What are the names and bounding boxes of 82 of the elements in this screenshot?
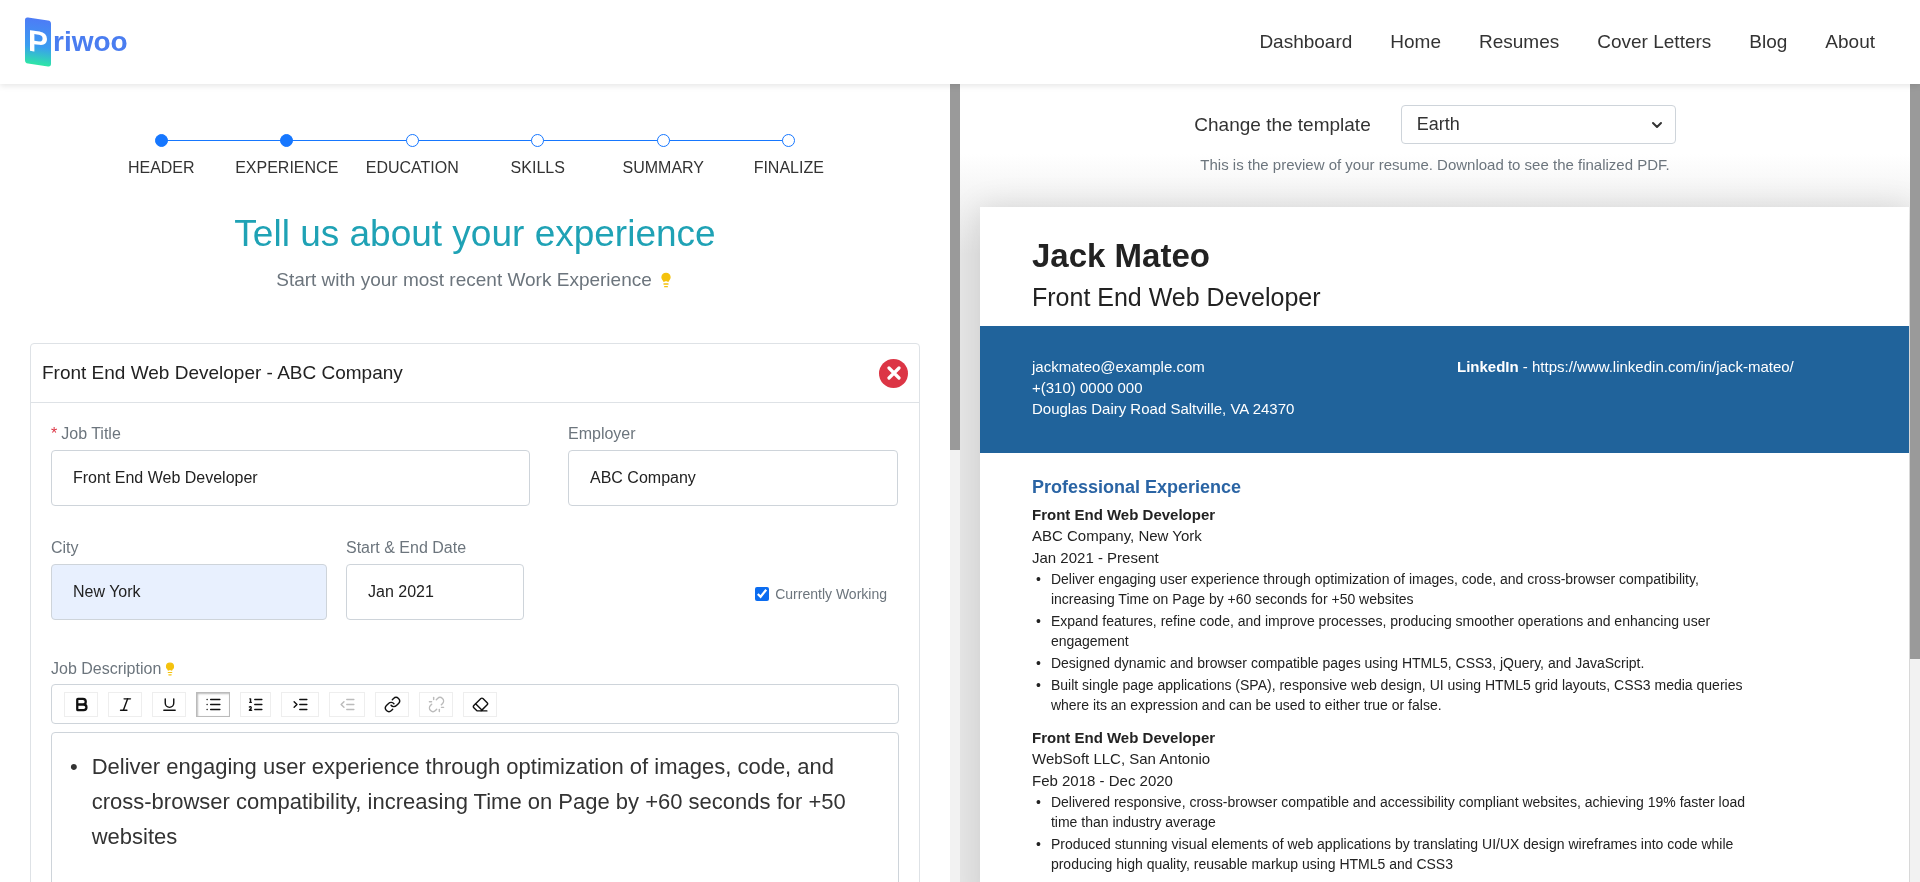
bullet-mark: • (1036, 793, 1041, 812)
step-label[interactable]: HEADER (127, 159, 195, 177)
job-bullet: Expand features, refine code, and improve processes, producing smoother operations and enhancing user engagement (1050, 612, 1712, 651)
step-label[interactable]: SUMMARY (622, 159, 704, 177)
checkbox-label[interactable]: Currently Working (775, 586, 887, 602)
field-label: Start & End Date (346, 539, 467, 557)
italic-button[interactable] (108, 691, 142, 717)
text-field[interactable]: New York (51, 564, 327, 620)
text-field[interactable]: Jan 2021 (346, 564, 524, 620)
step-dot[interactable] (656, 134, 670, 147)
step-label[interactable]: EDUCATION (365, 159, 459, 177)
job-company: WebSoft LLC, San Antonio (1032, 749, 1212, 769)
job-bullet: Delivered responsive, cross-browser compatible and accessibility compliant websites, achieving 19% faster load time than industry average (1050, 793, 1746, 832)
nav-link[interactable]: Dashboard (1259, 31, 1353, 53)
bullet-mark: • (70, 753, 78, 781)
template-select[interactable]: Earth (1400, 105, 1676, 144)
close-icon (886, 366, 901, 380)
linkedin-line: LinkedIn - https://www.linkedin.com/in/jack-mateo/ (1457, 358, 1795, 375)
underline-icon (160, 695, 178, 713)
field-label: City (51, 539, 79, 557)
job-bullet: Designed dynamic and browser compatible pages using HTML5, CSS3, jQuery, and JavaScript. (1050, 654, 1645, 673)
nav-link[interactable]: Resumes (1479, 31, 1560, 53)
nav-link[interactable]: About (1825, 31, 1875, 53)
indent-button[interactable] (281, 691, 319, 717)
resume-title: Front End Web Developer (1032, 283, 1322, 312)
step-dot[interactable] (405, 134, 419, 147)
bullet-list-button[interactable] (196, 691, 230, 717)
scrollbar[interactable] (1910, 84, 1920, 882)
contact-line: Douglas Dairy Road Saltville, VA 24370 (1032, 400, 1296, 417)
nav-link[interactable]: Blog (1749, 31, 1788, 53)
checkbox[interactable] (755, 587, 770, 601)
page-subheading: Start with your most recent Work Experience (276, 269, 652, 291)
job-role: Front End Web Developer (1032, 728, 1217, 748)
contact-line: +(310) 0000 000 (1032, 379, 1144, 396)
bullet-mark: • (1036, 570, 1041, 589)
text-field[interactable]: Front End Web Developer (51, 450, 530, 506)
contact-line: jackmateo@example.com (1032, 358, 1206, 375)
link-icon (383, 695, 401, 713)
underline-button[interactable] (152, 691, 186, 717)
preview-note: This is the preview of your resume. Download to see the finalized PDF. (1199, 156, 1671, 173)
eraser-button[interactable] (463, 691, 497, 717)
section-title: Professional Experience (1032, 477, 1243, 498)
job-role: Front End Web Developer (1032, 505, 1217, 525)
step-label[interactable]: SKILLS (510, 159, 565, 177)
step-dot[interactable] (154, 134, 168, 147)
bullet-mark: • (1036, 835, 1041, 854)
bullet-mark: • (1036, 654, 1041, 673)
step-dot[interactable] (782, 134, 796, 147)
template-label: Change the template (1194, 113, 1371, 136)
eraser-icon (471, 695, 489, 713)
logo-text[interactable]: riwoo (53, 26, 128, 58)
nav-link[interactable]: Cover Letters (1597, 31, 1712, 53)
job-bullet: Built single page applications (SPA), responsive web design, UI using HTML5 grid layouts, CSS3 media queries where its an expression and can be used to either true or false. (1050, 676, 1744, 715)
step-label[interactable]: EXPERIENCE (235, 159, 339, 177)
field-label: Job Title (61, 425, 121, 443)
bullet-mark: • (1036, 612, 1041, 631)
required-mark: * (51, 425, 58, 443)
close-button[interactable] (879, 358, 908, 388)
bullet-mark: • (1036, 676, 1041, 695)
step-dot[interactable] (280, 134, 294, 147)
step-dot[interactable] (531, 134, 545, 147)
job-bullet: Produced stunning visual elements of web applications by translating UI/UX design wireframes into code while producing high quality, reusable markup using HTML5 and CSS3 (1050, 835, 1735, 874)
field-label: Job Description (51, 660, 162, 678)
numbered-list-button[interactable] (240, 691, 271, 717)
page-heading: Tell us about your experience (233, 213, 717, 255)
job-bullet: Deliver engaging user experience through optimization of images, code, and cross-browser compatibility, increasing Time on Page by +60 seconds for +50 websites (1050, 570, 1700, 609)
job-dates: Feb 2018 - Dec 2020 (1032, 771, 1174, 791)
description-editor[interactable]: • Deliver engaging user experience through optimization of images, code, and cross-browser compatibility, increasing Time on Page by +60 seconds for +50 websites (51, 732, 899, 882)
nav-link[interactable]: Home (1390, 31, 1441, 53)
step-label[interactable]: FINALIZE (753, 159, 824, 177)
bold-button[interactable] (64, 691, 98, 717)
resume-name: Jack Mateo (1032, 237, 1211, 275)
numbered-list-icon (247, 695, 264, 713)
scrollbar[interactable] (950, 84, 960, 882)
broken-link-icon (427, 695, 445, 713)
description-bullet: Deliver engaging user experience through optimization of images, code, and cross-browser compatibility, increasing Time on Page by +60 seconds for +50 websites (91, 753, 847, 851)
text-field[interactable]: ABC Company (568, 450, 898, 506)
field-label: Employer (568, 425, 636, 443)
card-title: Front End Web Developer - ABC Company (42, 362, 403, 384)
link-button[interactable] (375, 691, 409, 717)
job-company: ABC Company, New York (1032, 526, 1203, 546)
job-dates: Jan 2021 - Present (1032, 548, 1160, 568)
